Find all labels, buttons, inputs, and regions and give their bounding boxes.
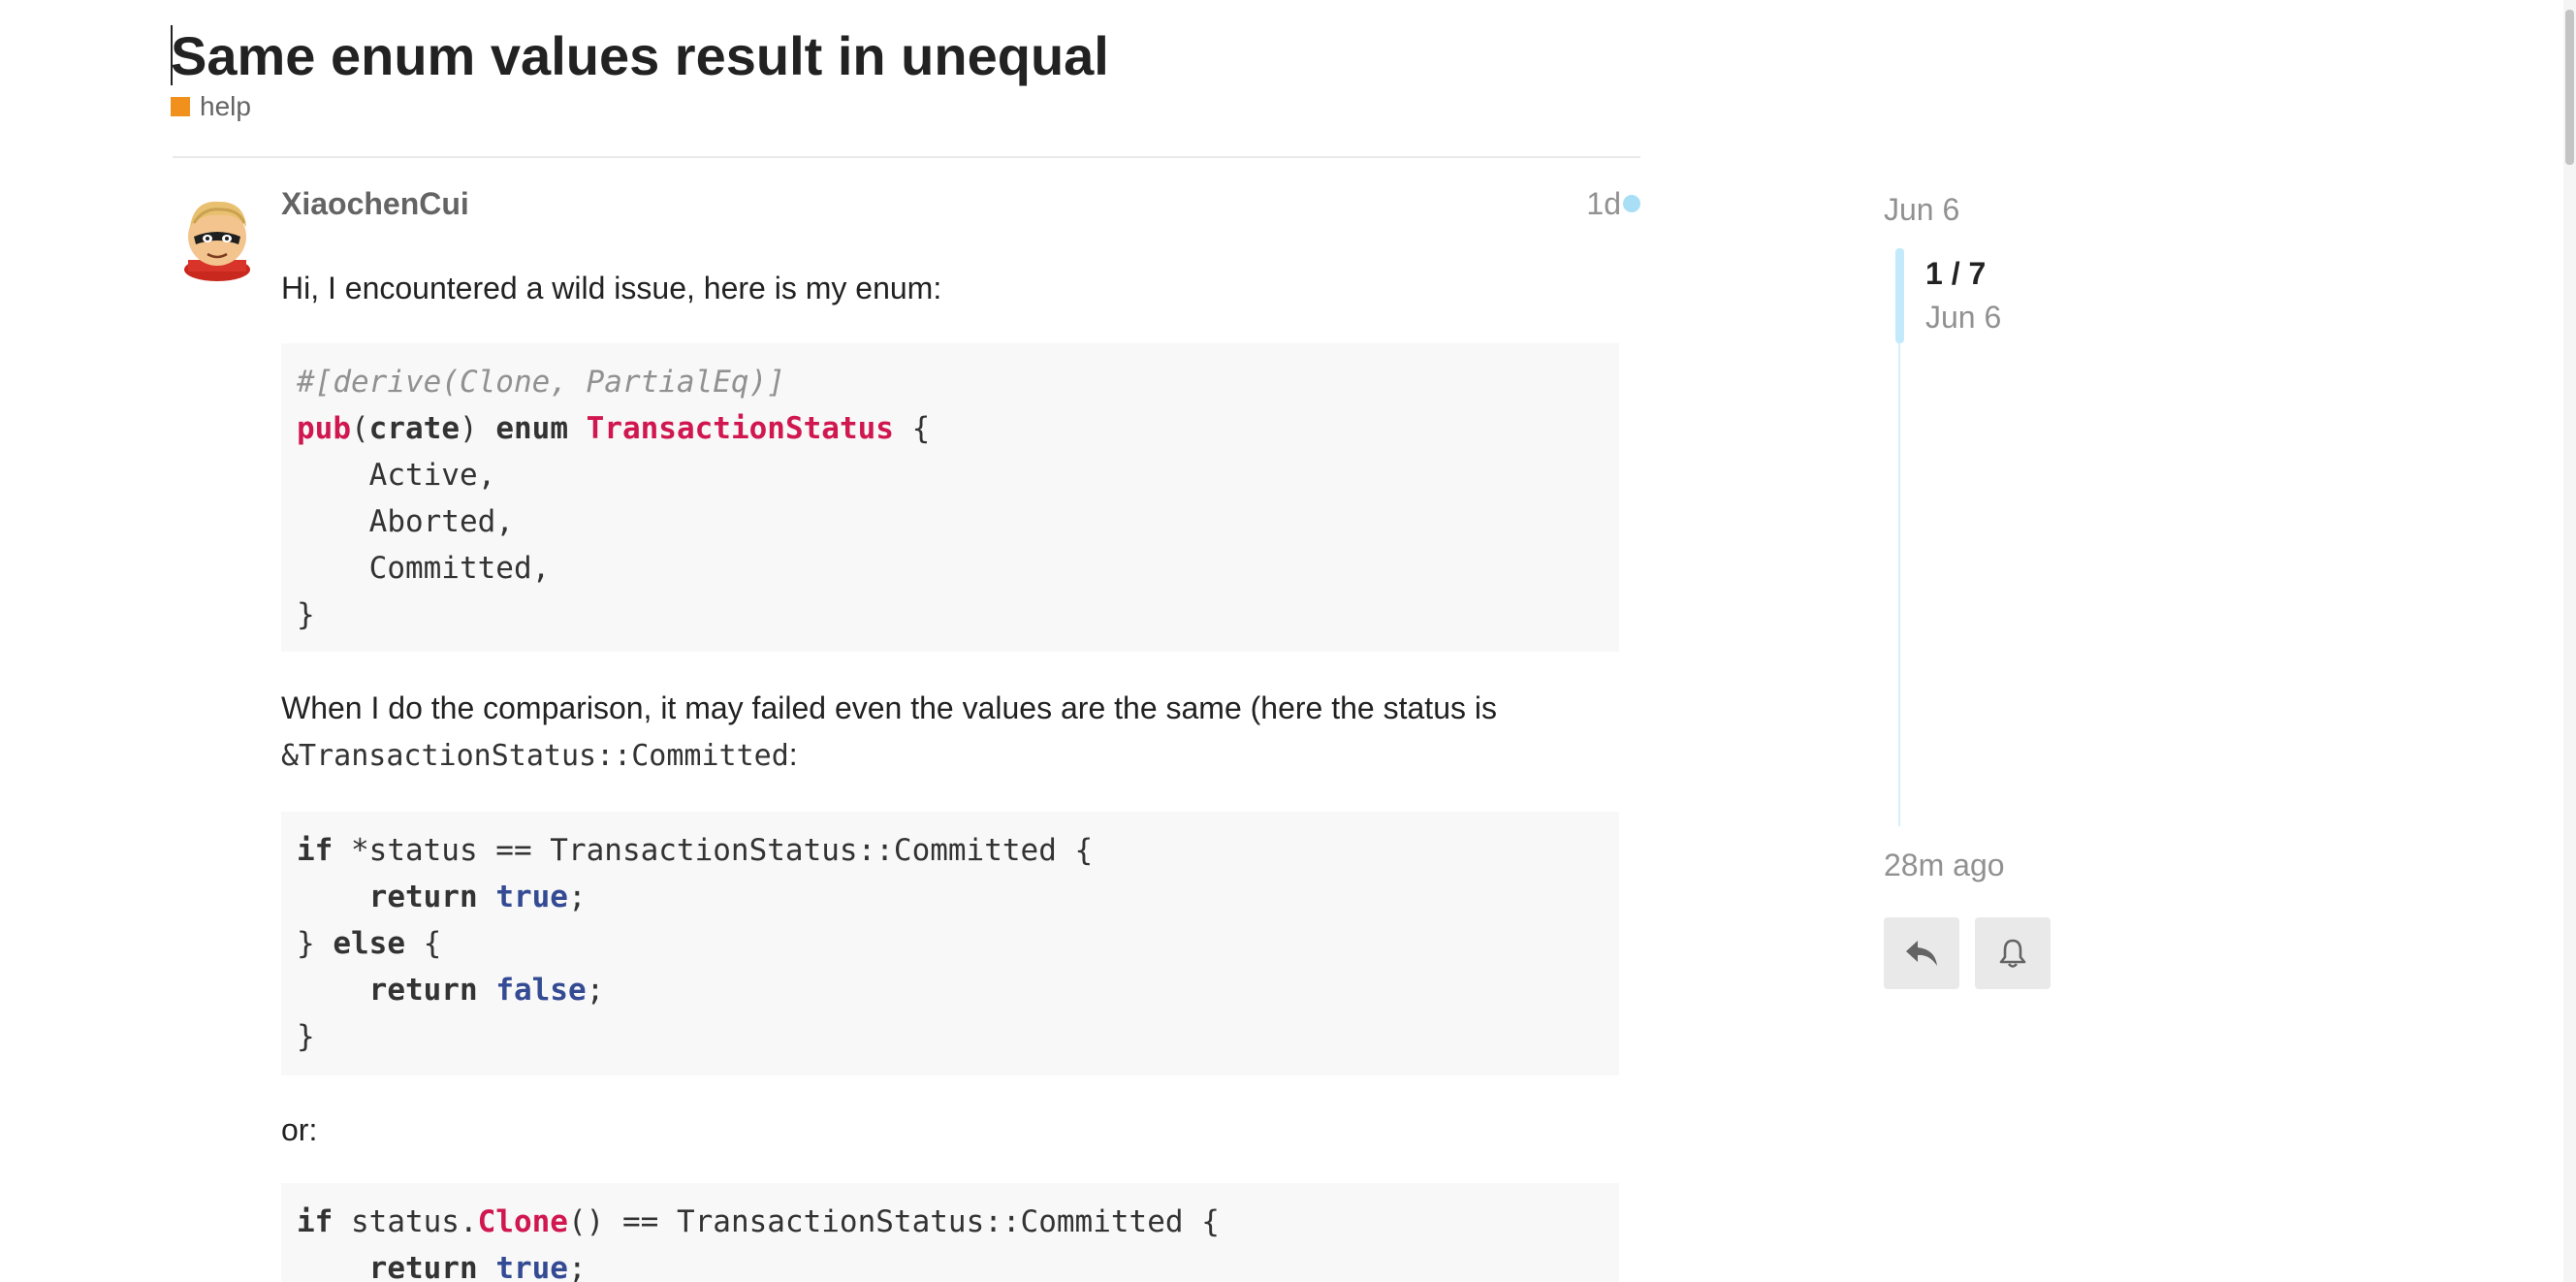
code-token: Aborted, [297,504,514,539]
code-line: pub(crate) enum TransactionStatus { [297,405,1604,452]
reply-button[interactable] [1884,917,1959,989]
code-line: } else { [297,920,1604,967]
code-token: return [368,973,478,1008]
code-token: { [404,926,442,961]
code-token: pub [297,411,351,446]
code-line: if status.Clone() == TransactionStatus::… [297,1199,1604,1245]
code-token: true [495,1251,568,1282]
page-scrollbar-track[interactable] [2563,0,2576,1282]
code-block-compare-deref[interactable]: if *status == TransactionStatus::Committ… [281,812,1619,1075]
code-token: ; [567,880,587,914]
category-color-square [171,97,190,116]
bell-icon [1999,939,2026,968]
code-block-compare-clone[interactable]: if status.Clone() == TransactionStatus::… [281,1183,1619,1282]
code-token: } [297,1019,315,1054]
header-divider [173,156,1640,158]
code-token: TransactionStatus [586,411,894,446]
code-line: #[derive(Clone, PartialEq)] [297,359,1604,405]
timeline-start-date[interactable]: Jun 6 [1884,190,1959,229]
code-token: else [333,926,405,961]
compare-text: When I do the comparison, it may failed … [281,690,1497,725]
code-token: enum [495,411,568,446]
post-username[interactable]: XiaochenCui [281,184,469,223]
code-token: *status == TransactionStatus::Committed … [333,833,1094,868]
notifications-button[interactable] [1975,917,2051,989]
category-name: help [200,91,251,121]
compare-suffix: : [788,737,798,772]
code-line: return false; [297,967,1604,1013]
code-token: ; [586,973,605,1008]
page-scrollbar-thumb[interactable] [2565,10,2574,165]
topic-title[interactable]: Same enum values result in unequal [171,21,1109,91]
code-token: } [297,926,334,961]
timeline-scroll-handle[interactable] [1895,248,1904,343]
code-block-enum[interactable]: #[derive(Clone, PartialEq)] pub(crate) en… [281,343,1619,652]
code-token: ( [351,411,369,446]
code-token: } [297,597,315,632]
code-token: { [893,411,931,446]
code-line: return true; [297,874,1604,920]
reply-icon [1906,941,1937,966]
code-token: if [297,1204,334,1239]
code-line: Aborted, [297,498,1604,545]
code-token: return [368,1251,478,1282]
code-line: Active, [297,452,1604,498]
code-token: status. [333,1204,478,1239]
text-cursor [171,25,173,85]
code-line: } [297,592,1604,638]
code-token: #[derive(Clone, PartialEq)] [297,365,785,400]
code-token: ) [460,411,496,446]
code-token: () == TransactionStatus::Committed { [567,1204,1220,1239]
post-age[interactable]: 1d [1571,184,1621,223]
post-paragraph-or: or: [281,1112,318,1147]
code-token: Active, [297,458,496,493]
code-token: Clone [477,1204,568,1239]
code-line: return true; [297,1245,1604,1282]
post-paragraph-compare: When I do the comparison, it may failed … [281,685,1497,780]
inline-code: &TransactionStatus::Committed [281,739,789,773]
code-token: crate [368,411,460,446]
unread-indicator [1623,195,1640,212]
code-token: ; [567,1251,587,1282]
code-line: } [297,1013,1604,1060]
timeline-position: 1 / 7 [1925,256,1987,291]
timeline-end-label[interactable]: 28m ago [1884,846,2005,884]
code-token: if [297,833,334,868]
code-token: return [368,880,478,914]
user-avatar[interactable] [180,194,254,281]
code-token: true [495,880,568,914]
code-line: Committed, [297,545,1604,592]
timeline-position-date: Jun 6 [1925,300,2002,335]
code-line: if *status == TransactionStatus::Committ… [297,827,1604,874]
code-token: false [495,973,587,1008]
post-paragraph-intro: Hi, I encountered a wild issue, here is … [281,271,942,305]
code-token: Committed, [297,551,551,586]
category-badge[interactable]: help [171,89,251,124]
